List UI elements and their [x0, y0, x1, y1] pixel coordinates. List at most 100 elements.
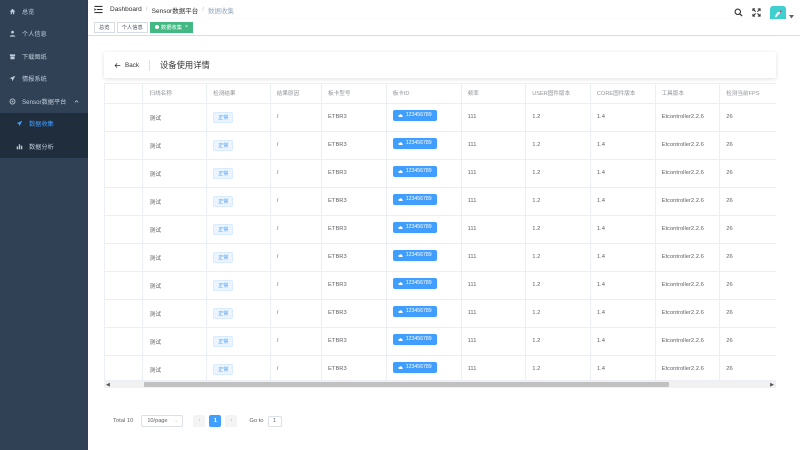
cell-board-id: 123456789: [386, 299, 462, 328]
cell-model: ETBR3: [321, 159, 387, 188]
table-cell-blank: [105, 103, 144, 132]
close-icon[interactable]: ×: [185, 24, 188, 30]
tag-profile[interactable]: 个人信息: [116, 21, 148, 33]
cell-freq: 111: [461, 327, 527, 356]
sidebar-item-label: 数据收集: [29, 121, 54, 129]
cell-freq: 111: [461, 299, 527, 328]
board-id-button[interactable]: 123456789: [392, 221, 437, 233]
cell-core-fw: 1.4: [590, 103, 656, 132]
horizontal-scrollbar[interactable]: ◀ ▶: [104, 380, 776, 388]
table-cell-blank: [105, 299, 144, 328]
table-header: CORE固件版本: [590, 84, 656, 104]
breadcrumb-item[interactable]: Sensor数据平台: [152, 5, 199, 15]
sensor-submenu: 数据收集 数据分析: [0, 112, 88, 158]
cell-tool: Etcontroller2.2.6: [655, 243, 721, 272]
cell-tool: Etcontroller2.2.6: [655, 271, 721, 300]
sidebar-item-data-analysis[interactable]: 数据分析: [0, 135, 88, 158]
cell-name: 测试: [142, 355, 208, 384]
page-number-current[interactable]: 1: [209, 415, 222, 427]
cell-core-fw: 1.4: [590, 271, 656, 300]
cell-board-id: 123456789: [386, 271, 462, 300]
upload-cloud-icon: [398, 113, 403, 117]
cell-core-fw: 1.4: [590, 131, 656, 160]
cell-freq: 111: [461, 355, 527, 384]
table-cell-blank: [105, 187, 144, 216]
pagination: Total 10 10/page ⌄ ‹ 1 › Go to 1: [113, 414, 282, 428]
board-id-button[interactable]: 123456789: [392, 193, 437, 205]
sidebar-item-overview[interactable]: 总览: [0, 0, 88, 23]
sidebar-item-sensor[interactable]: Sensor数据平台: [0, 90, 88, 113]
prev-page-button[interactable]: ‹: [193, 415, 206, 427]
table-header: USER固件版本: [525, 84, 591, 104]
board-id-button[interactable]: 123456789: [392, 137, 437, 149]
chevron-down-icon: ⌄: [174, 418, 179, 424]
upload-cloud-icon: [398, 365, 403, 369]
cell-fps: 26: [719, 355, 776, 384]
sidebar-item-label: 情报系统: [22, 76, 47, 84]
sidebar-item-download[interactable]: 下载图纸: [0, 45, 88, 68]
sidebar-item-data-collect[interactable]: 数据收集: [0, 113, 88, 136]
goto-page: Go to 1: [249, 415, 282, 427]
cell-fps: 26: [719, 327, 776, 356]
back-button[interactable]: Back: [114, 62, 139, 69]
caret-down-icon[interactable]: [789, 14, 794, 19]
board-id-button[interactable]: 123456789: [392, 277, 437, 289]
cell-tool: Etcontroller2.2.6: [655, 355, 721, 384]
board-id-value: 123456789: [405, 308, 432, 314]
tag-overview[interactable]: 总览: [94, 21, 115, 33]
cell-core-fw: 1.4: [590, 355, 656, 384]
board-id-button[interactable]: 123456789: [392, 249, 437, 261]
sidebar: 总览 个人信息 下载图纸 情报系统 Sensor数据平台 数据收集 数据分析: [0, 0, 88, 450]
table-cell-blank: [105, 271, 144, 300]
table-header-blank: [105, 84, 144, 104]
navbar: Dashboard / Sensor数据平台 / 数据收集: [88, 0, 800, 22]
board-id-button[interactable]: 123456789: [392, 361, 437, 373]
scrollbar-thumb[interactable]: [144, 382, 669, 387]
status-badge: 正常: [213, 279, 234, 291]
cell-freq: 111: [461, 271, 527, 300]
cell-board-id: 123456789: [386, 327, 462, 356]
cell-name: 测试: [142, 159, 208, 188]
cell-status: 正常: [206, 103, 271, 132]
sidebar-item-profile[interactable]: 个人信息: [0, 23, 88, 46]
search-icon[interactable]: [734, 8, 743, 17]
cell-fps: 26: [719, 131, 776, 160]
board-id-button[interactable]: 123456789: [392, 333, 437, 345]
page-header: Back 设备使用详情: [104, 52, 776, 78]
cell-freq: 111: [461, 215, 527, 244]
cell-fps: 26: [719, 159, 776, 188]
breadcrumb-item[interactable]: Dashboard: [110, 6, 142, 13]
cell-user-fw: 1.2: [525, 299, 591, 328]
next-page-button[interactable]: ›: [225, 415, 238, 427]
board-id-button[interactable]: 123456789: [392, 109, 437, 121]
cell-core-fw: 1.4: [590, 243, 656, 272]
table-row: 测试 正常 / ETBR3 123456789 111 1.2 1.4 Etcontroller…: [105, 215, 776, 244]
hamburger-icon[interactable]: [94, 5, 103, 14]
goto-input[interactable]: 1: [267, 415, 282, 427]
table-row: 测试 正常 / ETBR3 123456789 111 1.2 1.4 Etcontroller…: [105, 355, 776, 384]
cell-name: 测试: [142, 243, 208, 272]
send-icon: [15, 119, 24, 128]
fullscreen-icon[interactable]: [752, 7, 761, 17]
cell-board-id: 123456789: [386, 215, 462, 244]
cell-reason: /: [270, 299, 323, 328]
board-id-button[interactable]: 123456789: [392, 165, 437, 177]
device-usage-table: 扫线名称 检测结果 结果原因 板卡型号 板卡ID 频率 USER固件版本 COR…: [104, 83, 776, 386]
cell-user-fw: 1.2: [525, 355, 591, 384]
tag-data-collect[interactable]: 数据收集 ×: [149, 21, 193, 33]
main-content: Back 设备使用详情 扫线名称 检测结果 结果原因 板卡型号 板卡ID 频率 …: [88, 36, 800, 450]
board-id-value: 123456789: [405, 112, 432, 118]
breadcrumb-separator: /: [202, 6, 205, 13]
board-id-button[interactable]: 123456789: [392, 305, 437, 317]
cell-reason: /: [270, 215, 323, 244]
scroll-right-arrow-icon[interactable]: ▶: [770, 382, 774, 388]
scroll-left-arrow-icon[interactable]: ◀: [106, 382, 110, 388]
upload-cloud-icon: [398, 169, 403, 173]
sidebar-item-label: Sensor数据平台: [22, 98, 67, 106]
table-row: 测试 正常 / ETBR3 123456789 111 1.2 1.4 Etcontroller…: [105, 131, 776, 160]
cell-core-fw: 1.4: [590, 187, 656, 216]
cell-model: ETBR3: [321, 355, 387, 384]
sidebar-item-intel[interactable]: 情报系统: [0, 68, 88, 91]
page-size-select[interactable]: 10/page ⌄: [141, 415, 184, 427]
status-badge: 正常: [213, 251, 234, 263]
